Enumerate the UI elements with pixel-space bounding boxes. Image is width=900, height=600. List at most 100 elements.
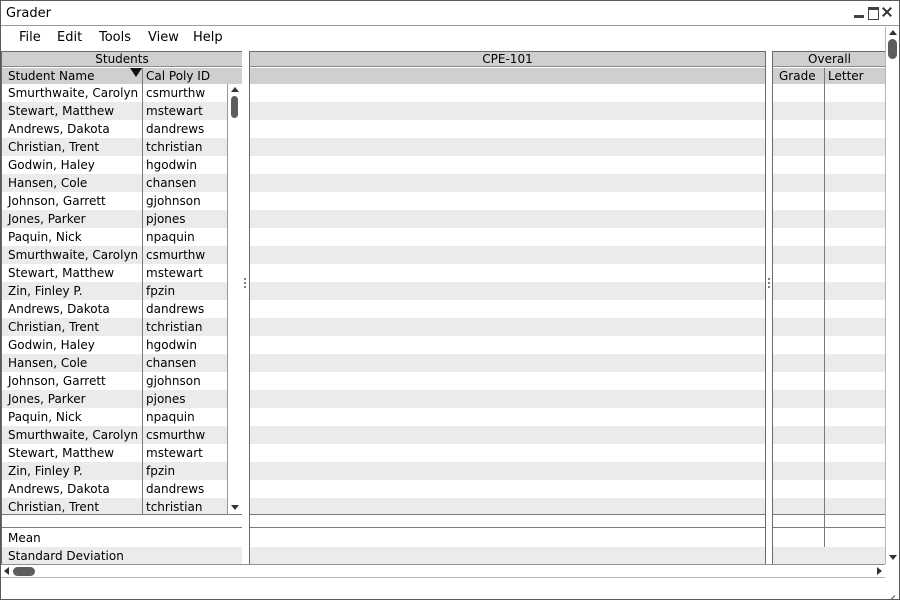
table-row[interactable]: Godwin, Haley hgodwin [2,156,242,174]
table-row[interactable]: Jones, Parker pjones [2,210,242,228]
table-row[interactable] [250,336,765,354]
table-row[interactable] [250,372,765,390]
title-bar[interactable]: Grader [1,1,899,26]
table-row[interactable] [773,300,886,318]
table-row[interactable]: Andrews, Dakota dandrews [2,120,242,138]
table-row[interactable] [773,138,886,156]
table-row[interactable] [773,210,886,228]
scroll-down-arrow-icon[interactable] [889,555,897,560]
table-row[interactable] [773,228,886,246]
menu-tools[interactable]: Tools [99,30,131,45]
column-header-cal-poly-id[interactable]: Cal Poly ID [146,68,210,84]
scroll-left-arrow-icon[interactable] [4,567,9,575]
table-row[interactable]: Paquin, Nick npaquin [2,408,242,426]
table-row[interactable]: Godwin, Haley hgodwin [2,336,242,354]
table-row[interactable] [773,480,886,498]
table-row[interactable] [250,480,765,498]
table-row[interactable]: Johnson, Garrett gjohnson [2,372,242,390]
scroll-down-arrow-icon[interactable] [231,505,239,510]
table-row[interactable] [250,300,765,318]
menu-edit[interactable]: Edit [57,30,82,45]
table-row[interactable] [250,462,765,480]
menu-file[interactable]: File [19,30,41,45]
table-row[interactable] [250,174,765,192]
table-row[interactable] [250,120,765,138]
table-row[interactable]: Hansen, Cole chansen [2,354,242,372]
table-row[interactable] [250,390,765,408]
table-row[interactable] [250,354,765,372]
table-row[interactable] [250,318,765,336]
table-row[interactable] [773,156,886,174]
column-header-letter[interactable]: Letter [828,68,864,84]
menu-view[interactable]: View [148,30,179,45]
table-row[interactable]: Smurthwaite, Carolyn csmurthw [2,246,242,264]
table-row[interactable] [773,372,886,390]
table-row[interactable] [250,444,765,462]
table-row[interactable] [773,498,886,514]
table-row[interactable]: Stewart, Matthew mstewart [2,444,242,462]
table-row[interactable]: Smurthwaite, Carolyn csmurthw [2,426,242,444]
table-row[interactable]: Christian, Trent tchristian [2,318,242,336]
table-row[interactable]: Hansen, Cole chansen [2,174,242,192]
column-header-grade[interactable]: Grade [779,68,816,84]
table-row[interactable] [250,156,765,174]
scroll-up-arrow-icon[interactable] [231,87,239,92]
table-row[interactable] [250,102,765,120]
table-row[interactable]: Paquin, Nick npaquin [2,228,242,246]
table-row[interactable] [773,102,886,120]
table-row[interactable] [773,174,886,192]
table-row[interactable] [773,354,886,372]
table-row[interactable] [773,120,886,138]
table-row[interactable] [250,228,765,246]
table-row[interactable] [773,390,886,408]
table-row[interactable]: Christian, Trent tchristian [2,138,242,156]
scroll-thumb[interactable] [888,39,897,59]
table-row[interactable] [773,462,886,480]
table-row[interactable]: Smurthwaite, Carolyn csmurthw [2,84,242,102]
table-row[interactable]: Andrews, Dakota dandrews [2,300,242,318]
table-row[interactable] [250,426,765,444]
resize-grip-icon[interactable] [883,584,895,596]
table-row[interactable] [250,498,765,514]
scroll-thumb[interactable] [13,567,35,576]
table-row[interactable]: Christian, Trent tchristian [2,498,242,514]
table-row[interactable] [250,246,765,264]
table-row[interactable] [773,264,886,282]
minimize-icon[interactable] [853,6,866,19]
scroll-thumb[interactable] [231,96,238,118]
table-row[interactable] [773,426,886,444]
table-row[interactable] [250,408,765,426]
scroll-up-arrow-icon[interactable] [889,30,897,35]
table-row[interactable] [773,336,886,354]
close-icon[interactable] [881,6,894,19]
window-vertical-scrollbar[interactable] [885,27,899,564]
table-row[interactable]: Zin, Finley P. fpzin [2,462,242,480]
table-row[interactable]: Andrews, Dakota dandrews [2,480,242,498]
table-row[interactable]: Stewart, Matthew mstewart [2,264,242,282]
table-row[interactable] [250,192,765,210]
table-row[interactable] [250,282,765,300]
scroll-right-arrow-icon[interactable] [877,567,882,575]
table-row[interactable]: Zin, Finley P. fpzin [2,282,242,300]
table-row[interactable]: Stewart, Matthew mstewart [2,102,242,120]
table-row[interactable] [773,192,886,210]
table-row[interactable] [250,264,765,282]
maximize-icon[interactable] [867,6,880,20]
table-row[interactable] [773,318,886,336]
student-list-scrollbar[interactable] [227,84,242,514]
table-row[interactable] [773,282,886,300]
table-row[interactable] [773,444,886,462]
window-horizontal-scrollbar[interactable] [1,564,885,578]
table-row[interactable] [773,246,886,264]
table-row[interactable]: Jones, Parker pjones [2,390,242,408]
table-row[interactable] [773,408,886,426]
sort-descending-icon[interactable] [130,68,142,77]
table-row[interactable]: Johnson, Garrett gjohnson [2,192,242,210]
table-row[interactable] [250,138,765,156]
table-row[interactable] [773,84,886,102]
menu-help[interactable]: Help [193,30,223,45]
table-row[interactable] [250,84,765,102]
panel-splitter[interactable] [242,51,249,564]
table-row[interactable] [250,210,765,228]
column-header-student-name[interactable]: Student Name [8,68,94,84]
